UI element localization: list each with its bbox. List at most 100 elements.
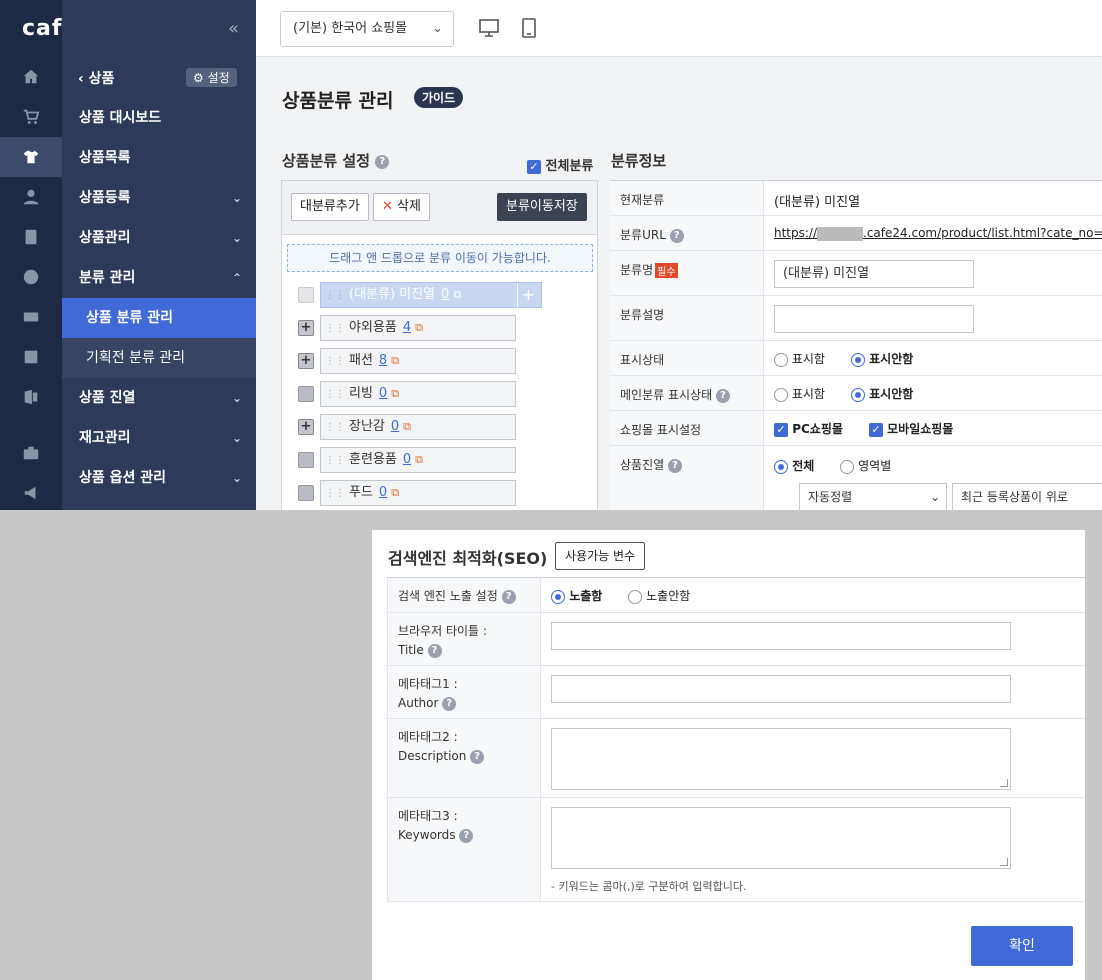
tree-node[interactable]: + ⋮⋮ 장난감 0 ⧉ (298, 414, 518, 440)
external-link-icon[interactable]: ⧉ (391, 354, 399, 367)
back-to-product-link[interactable]: ‹ 상품 (78, 68, 114, 88)
category-name-input[interactable]: (대분류) 미진열 (774, 260, 974, 288)
mobile-mall-checkbox[interactable]: ✓ 모바일쇼핑몰 (868, 422, 953, 437)
expose-on-radio[interactable]: 노출함 (551, 589, 602, 604)
radio-off-icon (628, 589, 643, 604)
main-display-show-radio[interactable]: 표시함 (774, 387, 825, 402)
display-show-radio[interactable]: 표시함 (774, 352, 825, 367)
desktop-preview-icon[interactable] (478, 17, 500, 39)
sidebar-item-product-list[interactable]: 상품목록 (62, 138, 256, 178)
drag-handle-icon[interactable]: ⋮⋮ (325, 488, 345, 499)
pc-mall-checkbox[interactable]: ✓ PC쇼핑몰 (774, 422, 843, 437)
add-category-button[interactable]: 대분류추가 (291, 193, 369, 221)
external-link-icon[interactable]: ⧉ (415, 321, 423, 334)
coupon-icon[interactable] (0, 297, 62, 337)
meta-description-textarea[interactable] (551, 728, 1011, 790)
cart-icon[interactable] (0, 97, 62, 137)
tree-node[interactable]: + ⋮⋮ 패션 8 ⧉ (298, 348, 518, 374)
sort-order-select[interactable]: 최근 등록상품이 위로 (952, 483, 1102, 510)
chevron-down-icon: ⌄ (231, 391, 242, 405)
exhibit-all-radio[interactable]: 전체 (774, 459, 814, 474)
resize-handle-icon[interactable] (1000, 858, 1008, 866)
menu-settings-button[interactable]: ⚙ 설정 (186, 68, 237, 87)
help-icon[interactable]: ? (668, 458, 682, 473)
help-icon[interactable]: ? (375, 154, 390, 169)
tree-node[interactable]: ⋮⋮ 리빙 0 ⧉ (298, 381, 518, 407)
help-icon[interactable]: ? (501, 589, 516, 604)
help-icon[interactable]: ? (715, 388, 730, 403)
drag-handle-icon[interactable]: ⋮⋮ (325, 290, 345, 301)
chevron-up-icon: ⌃ (231, 271, 242, 285)
available-vars-button[interactable]: 사용가능 변수 (555, 542, 646, 570)
exhibit-area-radio[interactable]: 영역별 (840, 459, 891, 474)
mobile-preview-icon[interactable] (518, 17, 540, 39)
delete-category-button[interactable]: ✕ 삭제 (373, 193, 430, 221)
user-icon[interactable] (0, 177, 62, 217)
help-icon[interactable]: ? (427, 643, 442, 658)
expand-icon[interactable]: + (298, 419, 314, 435)
sidebar-item-product-category[interactable]: 상품 분류 관리 (62, 298, 256, 338)
tree-node[interactable]: + ⋮⋮ 야외용품 4 ⧉ (298, 315, 518, 341)
sidebar-item-product-register[interactable]: 상품등록 ⌄ (62, 178, 256, 218)
checkbox-checked-icon: ✓ (868, 422, 883, 437)
external-link-icon[interactable]: ⧉ (403, 420, 411, 433)
seo-row-expose: 검색 엔진 노출 설정 ? 노출함 노출안함 (387, 578, 1085, 613)
tshirt-icon[interactable] (0, 137, 62, 177)
add-subcategory-button[interactable]: + (517, 283, 539, 309)
help-icon[interactable]: ? (470, 749, 485, 764)
chart-icon[interactable] (0, 337, 62, 377)
sidebar-item-option-manage[interactable]: 상품 옵션 관리 ⌄ (62, 458, 256, 498)
help-icon[interactable]: ? (459, 828, 474, 843)
drag-handle-icon[interactable]: ⋮⋮ (325, 455, 345, 466)
drag-handle-icon[interactable]: ⋮⋮ (325, 422, 345, 433)
resize-handle-icon[interactable] (1000, 779, 1008, 787)
drag-handle-icon[interactable]: ⋮⋮ (325, 389, 345, 400)
collapse-sidebar-button[interactable]: « (228, 18, 239, 39)
save-move-button[interactable]: 분류이동저장 (497, 193, 587, 221)
confirm-button[interactable]: 확인 (971, 926, 1073, 966)
main-display-hide-radio[interactable]: 표시안함 (850, 387, 913, 402)
help-icon[interactable]: ? (669, 228, 684, 243)
drag-handle-icon[interactable]: ⋮⋮ (325, 323, 345, 334)
display-hide-radio[interactable]: 표시안함 (850, 352, 913, 367)
help-icon[interactable]: ? (442, 696, 457, 711)
external-link-icon[interactable]: ⧉ (415, 453, 423, 466)
seo-row-title: 브라우저 타이틀 : Title ? (387, 613, 1085, 666)
expand-icon[interactable]: + (298, 353, 314, 369)
sidebar-item-product-manage[interactable]: 상품관리 ⌄ (62, 218, 256, 258)
mall-select[interactable]: (기본) 한국어 쇼핑몰 ⌄ (280, 11, 454, 47)
excel-icon[interactable] (0, 377, 62, 417)
external-link-icon[interactable]: ⧉ (391, 387, 399, 400)
info-row-desc: 분류설명 (610, 296, 1102, 341)
guide-badge[interactable]: 가이드 (414, 87, 464, 108)
sidebar-item-inventory[interactable]: 재고관리 ⌄ (62, 418, 256, 458)
category-desc-input[interactable] (774, 305, 974, 333)
chevron-down-icon: ⌄ (929, 490, 940, 504)
megaphone-icon[interactable] (0, 473, 62, 510)
meta-keywords-textarea[interactable] (551, 807, 1011, 869)
palette-icon[interactable] (0, 257, 62, 297)
sidebar-item-product-display[interactable]: 상품 진열 ⌄ (62, 378, 256, 418)
home-icon[interactable] (0, 57, 62, 97)
meta-author-input[interactable] (551, 675, 1011, 703)
all-category-checkbox[interactable]: ✓ 전체분류 (527, 155, 593, 174)
sidebar-item-product-dashboard[interactable]: 상품 대시보드 (62, 98, 256, 138)
briefcase-icon[interactable] (0, 433, 62, 473)
expose-off-radio[interactable]: 노출안함 (628, 589, 690, 604)
tree-node[interactable]: ⋮⋮ (대분류) 미진열 0 ⧉ + (298, 282, 543, 309)
expand-icon[interactable]: + (298, 320, 314, 336)
external-link-icon[interactable]: ⧉ (391, 486, 399, 499)
browser-title-input[interactable] (551, 622, 1011, 650)
document-icon[interactable] (0, 217, 62, 257)
sidebar-item-category-manage[interactable]: 분류 관리 ⌃ (62, 258, 256, 298)
tree-node[interactable]: ⋮⋮ 훈련용품 0 ⧉ (298, 447, 518, 473)
required-badge: 필수 (655, 263, 678, 278)
sidebar-item-exhibition-category[interactable]: 기획전 분류 관리 (62, 338, 256, 378)
drag-handle-icon[interactable]: ⋮⋮ (325, 356, 345, 367)
sort-type-select[interactable]: 자동정렬 ⌄ (799, 483, 947, 510)
redacted-block (817, 226, 864, 241)
category-url-link[interactable]: https://.cafe24.com/product/list.html?ca… (774, 226, 1102, 241)
seo-row-keywords: 메타태그3 : Keywords ? - 키워드는 콤마(,)로 구분하여 입력합… (387, 798, 1085, 902)
external-link-icon[interactable]: ⧉ (453, 288, 461, 301)
tree-node[interactable]: ⋮⋮ 푸드 0 ⧉ (298, 480, 518, 506)
